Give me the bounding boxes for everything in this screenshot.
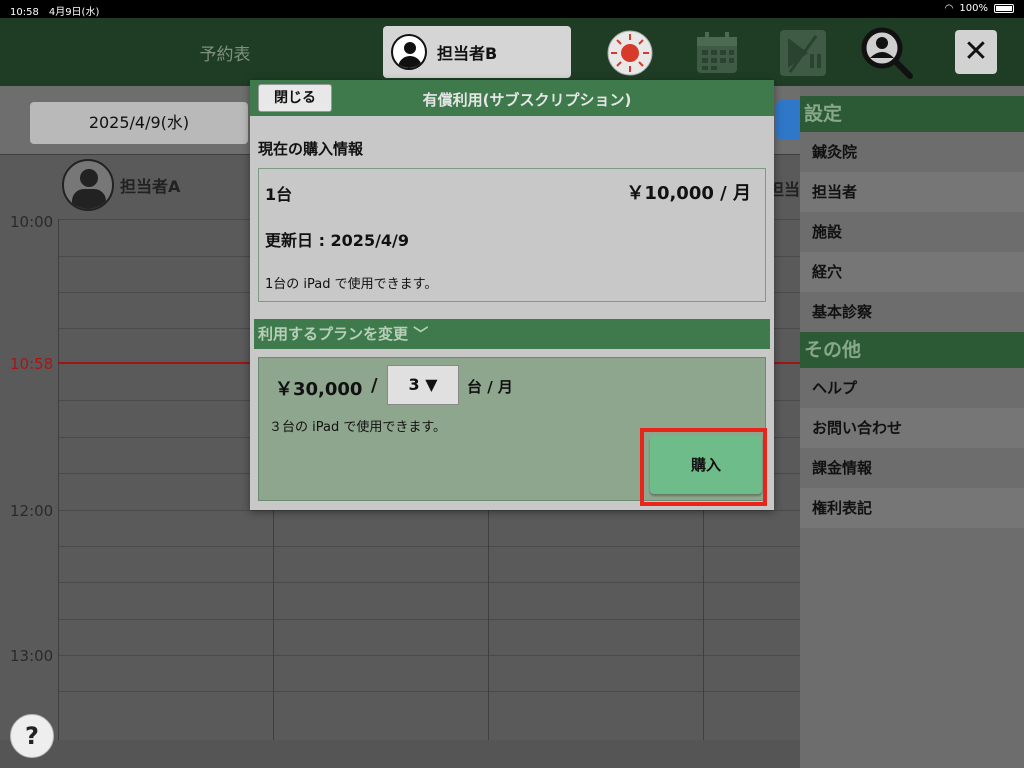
close-app-button[interactable]: ✕: [955, 30, 997, 74]
search-user-icon[interactable]: [860, 26, 914, 80]
staff-column-header: 担当者A: [62, 159, 180, 211]
sun-icon[interactable]: [603, 26, 657, 80]
dialog-header: 有償利用(サブスクリプション) 閉じる: [250, 80, 774, 116]
calendar-icon[interactable]: [690, 26, 744, 80]
section-settings: 設定: [800, 96, 1024, 132]
help-button[interactable]: ?: [10, 714, 54, 758]
settings-item-billing[interactable]: 課金情報: [800, 448, 1024, 488]
time-label: 10:00: [10, 213, 54, 231]
battery-percent: 100%: [959, 3, 988, 14]
plan-note: ３台の iPad で使用できます。: [269, 420, 447, 435]
current-purchase-heading: 現在の購入情報: [258, 140, 364, 158]
staff-a-label: 担当者A: [120, 177, 181, 196]
purchase-button[interactable]: 購入: [650, 436, 762, 494]
change-plan-toggle[interactable]: 利用するプランを変更 ﹀: [254, 319, 770, 349]
section-other: その他: [800, 332, 1024, 368]
current-time-label: 10:58: [10, 355, 54, 373]
status-bar: 10:58 4月9日(水) ◠ 100%: [0, 0, 1024, 18]
avatar-icon: [62, 159, 114, 211]
buy-highlight-frame: 購入: [640, 428, 767, 506]
dialog-close-button[interactable]: 閉じる: [258, 84, 332, 112]
battery-icon: [994, 4, 1014, 13]
app-header: 予約表 担当者B ✕: [0, 18, 1024, 86]
settings-panel: 設定 鍼灸院 担当者 施設 経穴 基本診察 その他 ヘルプ お問い合わせ 課金情…: [800, 96, 1024, 768]
current-units: 1台: [265, 185, 293, 204]
settings-item-help[interactable]: ヘルプ: [800, 368, 1024, 408]
page-title: 予約表: [199, 45, 251, 65]
bottom-bar: [0, 740, 800, 768]
wifi-icon: ◠: [944, 3, 954, 14]
staff-select-button[interactable]: 担当者B: [383, 26, 571, 78]
play-pause-icon[interactable]: [776, 26, 830, 80]
time-label: 13:00: [10, 647, 54, 665]
unit-count-select[interactable]: 3 ▼: [387, 365, 459, 405]
settings-item-license[interactable]: 権利表記: [800, 488, 1024, 528]
plan-unit: 台 / 月: [467, 378, 513, 396]
view-toggle-button[interactable]: [776, 100, 800, 140]
subscription-dialog: 有償利用(サブスクリプション) 閉じる 現在の購入情報 1台 ￥10,000 /…: [250, 80, 774, 510]
current-purchase-box: 1台 ￥10,000 / 月 更新日 : 2025/4/9 1台の iPad で…: [258, 168, 766, 302]
settings-item-clinic[interactable]: 鍼灸院: [800, 132, 1024, 172]
settings-item-staff[interactable]: 担当者: [800, 172, 1024, 212]
settings-item-facility[interactable]: 施設: [800, 212, 1024, 252]
date-select-button[interactable]: 2025/4/9(水): [30, 102, 248, 144]
plan-price: ￥30,000: [275, 379, 363, 400]
status-time: 10:58 4月9日(水): [10, 7, 100, 18]
current-note: 1台の iPad で使用できます。: [265, 277, 438, 292]
settings-item-basic-exam[interactable]: 基本診察: [800, 292, 1024, 332]
plan-box: ￥30,000 / 3 ▼ 台 / 月 ３台の iPad で使用できます。 購入: [258, 357, 767, 506]
current-price: ￥10,000 / 月: [626, 183, 751, 204]
status-right: ◠ 100%: [945, 3, 1014, 14]
renewal-date: 更新日 : 2025/4/9: [265, 231, 410, 250]
plan-slash: /: [371, 375, 378, 396]
avatar-icon: [391, 34, 427, 70]
time-label: 12:00: [10, 502, 54, 520]
settings-item-contact[interactable]: お問い合わせ: [800, 408, 1024, 448]
staff-select-label: 担当者B: [437, 44, 498, 63]
settings-item-acupoint[interactable]: 経穴: [800, 252, 1024, 292]
